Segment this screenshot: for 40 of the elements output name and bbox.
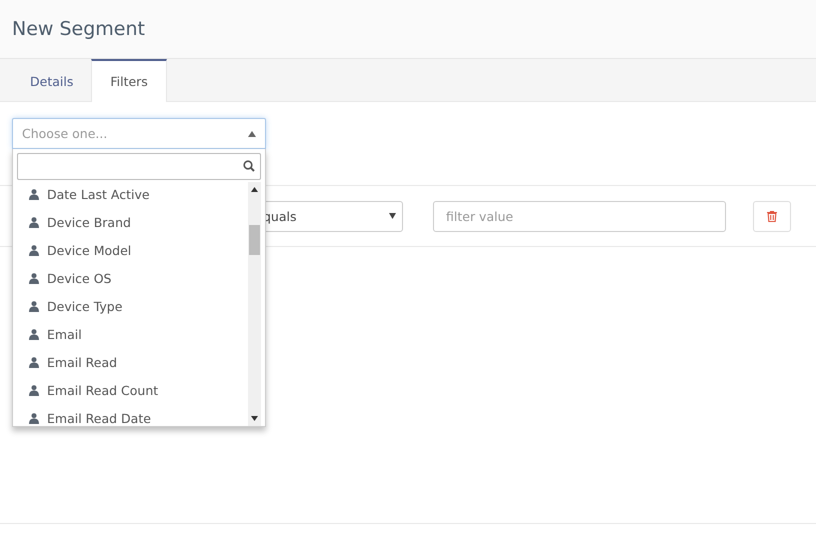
tab[interactable]: Details — [12, 59, 92, 101]
option-label: Device Model — [47, 242, 132, 258]
option-item[interactable]: Device Model — [17, 236, 248, 264]
caret-icon — [248, 130, 256, 136]
option-item[interactable]: Email — [17, 320, 248, 348]
option-item[interactable]: Email Read Date — [17, 404, 248, 426]
scrollbar-thumb[interactable] — [249, 225, 260, 255]
caret-icon — [389, 213, 396, 219]
person-icon — [29, 188, 39, 200]
filter-value-field[interactable]: filter value — [433, 200, 726, 232]
search-icon — [243, 160, 255, 172]
option-item[interactable]: Device OS — [17, 264, 248, 292]
option-label: Date Last Active — [47, 186, 150, 202]
tab[interactable]: Filters — [91, 59, 167, 102]
search-field[interactable] — [17, 153, 261, 180]
person-icon — [29, 216, 39, 228]
person-icon — [29, 300, 39, 312]
person-icon — [29, 244, 39, 256]
option-label: Email — [47, 326, 82, 342]
option-item[interactable]: Email Read Count — [17, 376, 248, 404]
delete-button[interactable] — [753, 200, 791, 232]
scrollbar[interactable] — [248, 182, 261, 426]
person-icon — [29, 412, 39, 424]
select-placeholder: Choose one... — [22, 126, 108, 141]
option-label: Email Read — [47, 354, 118, 370]
option-item[interactable]: Device Type — [17, 292, 248, 320]
person-icon — [29, 328, 39, 340]
option-label: Email Read Count — [47, 382, 158, 398]
trash-icon — [767, 210, 777, 222]
person-icon — [29, 272, 39, 284]
option-label: Device Type — [47, 298, 122, 314]
person-icon — [29, 384, 39, 396]
option-label: Email Read Date — [47, 410, 151, 426]
scroll-up-arrow-icon[interactable] — [251, 187, 258, 192]
option-item[interactable]: Email Read — [17, 348, 248, 376]
person-icon — [29, 356, 39, 368]
option-label: Device OS — [47, 270, 112, 286]
scroll-down-arrow-icon[interactable] — [251, 416, 258, 421]
option-label: Device Brand — [47, 214, 131, 230]
page-title: New Segment — [12, 18, 145, 40]
